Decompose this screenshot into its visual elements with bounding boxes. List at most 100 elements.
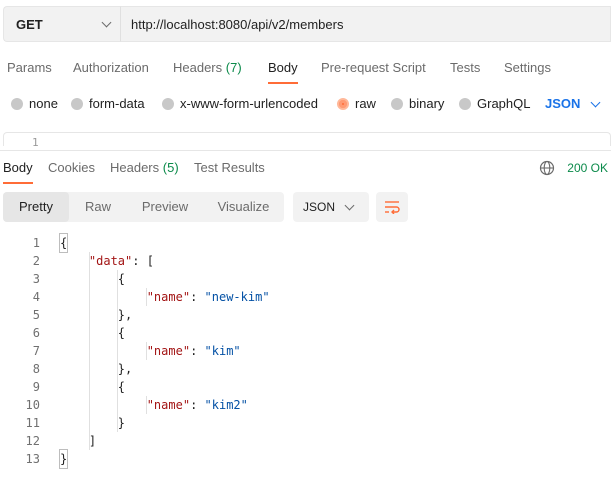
method-select[interactable]: GET (3, 6, 120, 42)
radio-dot (162, 98, 174, 110)
chevron-down-icon (344, 200, 355, 210)
line-number: 13 (25, 452, 40, 466)
radio-dot (11, 98, 23, 110)
code-line: 9 { (0, 378, 611, 396)
view-visualize-button[interactable]: Visualize (203, 192, 284, 222)
line-number: 4 (32, 290, 40, 304)
radio-form-data[interactable]: form-data (71, 92, 145, 116)
radio-label: x-www-form-urlencoded (180, 96, 318, 111)
code-line: 11 } (0, 414, 611, 432)
pane-divider[interactable] (0, 150, 611, 151)
code-text: "name": "new-kim" (146, 290, 270, 304)
radio-dot (459, 98, 471, 110)
tab-headers[interactable]: Headers (7) (173, 56, 242, 80)
url-input[interactable]: http://localhost:8080/api/v2/members (120, 6, 611, 42)
radio-dot (337, 98, 349, 110)
line-number: 6 (32, 326, 40, 340)
line-number: 3 (32, 272, 40, 286)
tab-body[interactable]: Body (268, 56, 298, 84)
line-number: 5 (32, 308, 40, 322)
request-tabs: Params Authorization Headers (7) Body Pr… (0, 56, 611, 84)
code-text: "name": "kim2" (146, 398, 248, 412)
wrap-lines-button[interactable] (376, 192, 408, 222)
view-pretty-button[interactable]: Pretty (3, 192, 69, 222)
method-label: GET (16, 16, 43, 32)
radio-x-www-form-urlencoded[interactable]: x-www-form-urlencoded (162, 92, 318, 116)
code-text: { (60, 326, 126, 340)
tab-pre-request-script[interactable]: Pre-request Script (321, 56, 426, 80)
code-line: 8 }, (0, 360, 611, 378)
tab-label: Settings (504, 60, 551, 75)
line-number: 2 (32, 254, 40, 268)
line-number: 8 (32, 362, 40, 376)
line-number: 11 (25, 416, 40, 430)
code-line: 13} (0, 449, 611, 469)
request-url-bar: GET http://localhost:8080/api/v2/members (3, 6, 611, 42)
body-type-options: none form-data x-www-form-urlencoded raw… (0, 92, 611, 116)
tab-count: (7) (225, 60, 242, 75)
radio-none[interactable]: none (11, 92, 58, 116)
radio-raw[interactable]: raw (337, 92, 376, 116)
tab-cookies[interactable]: Cookies (48, 156, 95, 180)
tab-test-results[interactable]: Test Results (194, 156, 265, 180)
line-number: 7 (32, 344, 40, 358)
line-number: 1 (32, 236, 40, 250)
code-text: }, (60, 362, 133, 376)
code-line: 1{ (0, 233, 611, 253)
chevron-down-icon (101, 17, 112, 27)
code-text: { (60, 272, 126, 286)
code-line: 2 "data": [ (0, 252, 611, 270)
response-body-code[interactable]: 1{2 "data": [3 {4 "name": "new-kim" 5 }, 6… (0, 233, 611, 469)
code-text: { (60, 380, 126, 394)
tab-label: Params (7, 60, 52, 75)
tab-params[interactable]: Params (7, 56, 52, 80)
tab-label: Authorization (73, 60, 149, 75)
code-line: 3 { (0, 270, 611, 288)
tab-response-headers[interactable]: Headers (5) (110, 156, 179, 180)
response-status: 200 OK (539, 156, 608, 180)
code-text: { (58, 233, 69, 253)
tab-label: Test Results (194, 160, 265, 175)
code-line: 6 { (0, 324, 611, 342)
body-language-label: JSON (545, 96, 581, 111)
code-line: 7 "name": "kim" (0, 342, 611, 360)
response-format-label: JSON (303, 200, 336, 214)
view-preview-button[interactable]: Preview (127, 192, 203, 222)
request-body-editor[interactable]: 1 (3, 132, 611, 146)
code-text: }, (60, 308, 133, 322)
line-number: 1 (32, 136, 39, 146)
tab-settings[interactable]: Settings (504, 56, 551, 80)
response-format-select[interactable]: JSON (293, 192, 369, 222)
tab-label: Body (268, 60, 298, 75)
view-raw-button[interactable]: Raw (69, 192, 127, 222)
response-tabs: Body Cookies Headers (5) Test Results (0, 156, 611, 184)
radio-dot (391, 98, 403, 110)
radio-label: form-data (89, 96, 145, 111)
tab-response-body[interactable]: Body (3, 156, 33, 184)
tab-label: Cookies (48, 160, 95, 175)
tab-tests[interactable]: Tests (450, 56, 480, 80)
radio-label: binary (409, 96, 445, 111)
radio-label: GraphQL (477, 96, 531, 111)
line-number: 12 (25, 434, 40, 448)
body-language-select[interactable]: JSON (545, 92, 601, 116)
tab-label: Headers (173, 60, 223, 75)
code-text: "data": [ (88, 254, 154, 268)
radio-label: raw (355, 96, 376, 111)
view-mode-group: Pretty Raw Preview Visualize (3, 192, 284, 222)
globe-icon[interactable] (539, 160, 555, 176)
line-number: 9 (32, 380, 40, 394)
tab-count: (5) (162, 160, 179, 175)
tab-label: Headers (110, 160, 160, 175)
code-text: "name": "kim" (146, 344, 241, 358)
code-text: } (60, 416, 126, 430)
response-toolbar: Pretty Raw Preview Visualize JSON (3, 192, 408, 222)
tab-label: Pre-request Script (321, 60, 426, 75)
radio-graphql[interactable]: GraphQL (459, 92, 530, 116)
code-line: 12 ] (0, 432, 611, 450)
status-code[interactable]: 200 OK (567, 161, 608, 175)
wrap-lines-icon (385, 201, 400, 214)
code-line: 5 }, (0, 306, 611, 324)
radio-binary[interactable]: binary (391, 92, 444, 116)
tab-authorization[interactable]: Authorization (73, 56, 149, 80)
